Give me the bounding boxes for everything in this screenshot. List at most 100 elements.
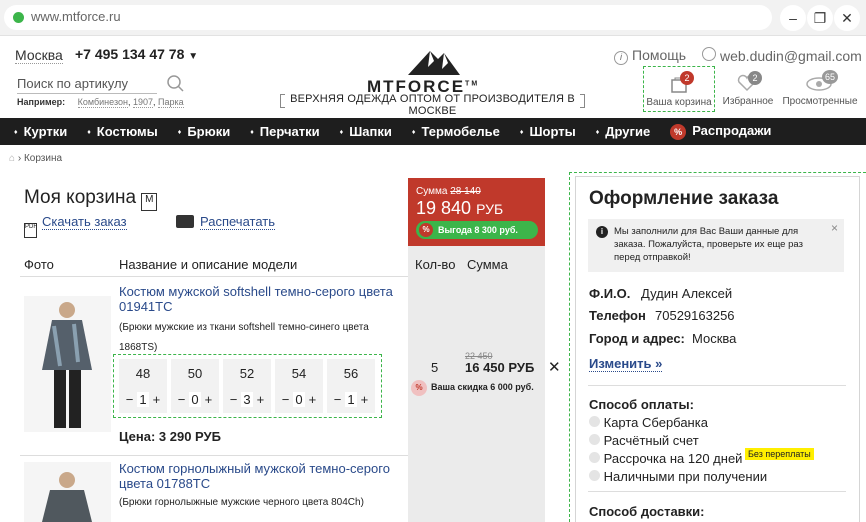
- divider: [20, 455, 408, 456]
- minimize-icon[interactable]: –: [780, 5, 806, 31]
- delivery-label: Способ доставки:: [589, 504, 705, 519]
- qty-input[interactable]: 1: [137, 392, 149, 407]
- change-link[interactable]: Изменить »: [589, 356, 663, 372]
- home-icon[interactable]: ⌂: [9, 153, 15, 164]
- account-link[interactable]: web.dudin@gmail.com: [702, 47, 862, 64]
- divider: [20, 276, 408, 277]
- plus-button[interactable]: +: [309, 392, 317, 407]
- nav-item-thermal[interactable]: Термобелье: [412, 124, 499, 139]
- example-link[interactable]: Комбинезон: [77, 97, 128, 108]
- plus-button[interactable]: +: [205, 392, 213, 407]
- help-link[interactable]: i Помощь: [614, 47, 686, 65]
- logo-mountain-icon[interactable]: [408, 47, 460, 75]
- percent-icon: %: [419, 223, 433, 237]
- qty-input[interactable]: 0: [293, 392, 305, 407]
- product-price: Цена: 3 290 РУБ: [119, 429, 221, 444]
- radio-button[interactable]: [589, 470, 600, 481]
- qty-input[interactable]: 0: [189, 392, 201, 407]
- minus-button[interactable]: −: [126, 392, 134, 407]
- saving-badge: % Выгода 8 300 руб.: [416, 221, 538, 239]
- nav-item-suits[interactable]: Костюмы: [87, 124, 158, 139]
- payment-option[interactable]: Наличными при получении: [589, 469, 767, 484]
- print-link[interactable]: Распечатать: [176, 213, 276, 231]
- product-title[interactable]: Костюм мужской softshell темно-серого цв…: [119, 284, 399, 314]
- total-box: Сумма 28 140 19 840 РУБ % Выгода 8 300 ру…: [408, 178, 545, 246]
- viewed-button[interactable]: 65 Просмотренные: [780, 66, 860, 112]
- item-discount: % Ваша скидка 6 000 руб.: [411, 380, 534, 396]
- cart-bag-icon: M: [141, 193, 158, 211]
- nav-item-other[interactable]: Другие: [596, 124, 650, 139]
- qty-input[interactable]: 1: [345, 392, 357, 407]
- size-label: 50: [187, 366, 203, 381]
- breadcrumb: ⌂ › Корзина: [9, 153, 63, 164]
- user-icon: [702, 47, 716, 61]
- radio-button[interactable]: [589, 452, 600, 463]
- example-label: Например:: [17, 97, 66, 107]
- plus-button[interactable]: +: [257, 392, 265, 407]
- nav-item-sales[interactable]: % Распродажи: [670, 123, 771, 140]
- total-label: Сумма: [416, 186, 448, 197]
- nav-item-hats[interactable]: Шапки: [340, 124, 392, 139]
- minus-button[interactable]: −: [178, 392, 186, 407]
- divider: [588, 491, 846, 492]
- main-nav: Куртки Костюмы Брюки Перчатки Шапки Терм…: [0, 118, 866, 145]
- phone-label: Телефон: [589, 308, 646, 323]
- nav-item-shorts[interactable]: Шорты: [520, 124, 575, 139]
- minus-button[interactable]: −: [334, 392, 342, 407]
- product-image[interactable]: [24, 296, 111, 432]
- product-image[interactable]: [24, 462, 111, 522]
- plus-button[interactable]: +: [361, 392, 369, 407]
- search-input[interactable]: Поиск по артикулу: [17, 76, 157, 94]
- plus-button[interactable]: +: [153, 392, 161, 407]
- example-link[interactable]: 1907: [132, 97, 153, 108]
- product-title[interactable]: Костюм горнолыжный мужской темно-серого …: [119, 461, 404, 491]
- payment-option[interactable]: Рассрочка на 120 дней: [589, 451, 742, 466]
- checkout-title: Оформление заказа: [589, 188, 779, 209]
- payment-option[interactable]: Карта Сбербанка: [589, 415, 708, 430]
- radio-button[interactable]: [589, 434, 600, 445]
- favorites-button[interactable]: 2 Избранное: [720, 66, 776, 112]
- minus-button[interactable]: −: [282, 392, 290, 407]
- secure-dot-icon: [13, 12, 24, 23]
- percent-icon: %: [411, 380, 427, 396]
- pdf-icon: PDF: [24, 223, 37, 238]
- fio-label: Ф.И.О.: [589, 286, 631, 301]
- product-description: (Брюки мужские из ткани softshell темно-…: [119, 322, 369, 353]
- close-icon[interactable]: ×: [831, 221, 838, 235]
- download-order-link[interactable]: PDF Скачать заказ: [24, 213, 127, 238]
- installment-badge: Без переплаты: [745, 448, 814, 460]
- address-value: Москва: [692, 331, 737, 346]
- nav-item-gloves[interactable]: Перчатки: [250, 124, 320, 139]
- size-label: 54: [291, 366, 307, 381]
- restore-icon[interactable]: ❐: [807, 5, 833, 31]
- radio-button[interactable]: [589, 416, 600, 427]
- search-examples: Например: Комбинезон, 1907, Парка: [17, 97, 184, 108]
- nav-item-trousers[interactable]: Брюки: [178, 124, 230, 139]
- total-amount: 19 840: [416, 198, 472, 218]
- fio-value: Дудин Алексей: [641, 286, 733, 301]
- notice-text: Мы заполнили для Вас Ваши данные для зак…: [614, 226, 803, 263]
- column-name: Название и описание модели: [119, 257, 298, 272]
- product-description: (Брюки горнолыжные мужские черного цвета…: [119, 497, 364, 508]
- size-label: 56: [343, 366, 359, 381]
- size-stepper: 54− 0 +: [275, 359, 323, 413]
- url-text[interactable]: www.mtforce.ru: [31, 9, 121, 24]
- cart-label: Ваша корзина: [646, 97, 712, 108]
- qty-input[interactable]: 3: [241, 392, 253, 407]
- nav-item-jackets[interactable]: Куртки: [14, 124, 68, 139]
- favorites-count-badge: 2: [748, 71, 762, 85]
- size-stepper: 56− 1 +: [327, 359, 375, 413]
- phone-number[interactable]: +7 495 134 47 78 ▼: [75, 46, 198, 62]
- city-selector[interactable]: Москва: [15, 47, 63, 64]
- column-sum: Сумма: [467, 257, 508, 272]
- minus-button[interactable]: −: [230, 392, 238, 407]
- size-stepper: 52− 3 +: [223, 359, 271, 413]
- column-qty: Кол-во: [415, 257, 456, 272]
- payment-option[interactable]: Расчётный счет: [589, 433, 699, 448]
- cart-button[interactable]: 2 Ваша корзина: [643, 66, 715, 112]
- search-icon[interactable]: [166, 74, 186, 94]
- example-link[interactable]: Парка: [158, 97, 184, 108]
- close-icon[interactable]: ✕: [834, 5, 860, 31]
- remove-item-icon[interactable]: ✕: [548, 358, 561, 376]
- info-icon: i: [614, 51, 628, 65]
